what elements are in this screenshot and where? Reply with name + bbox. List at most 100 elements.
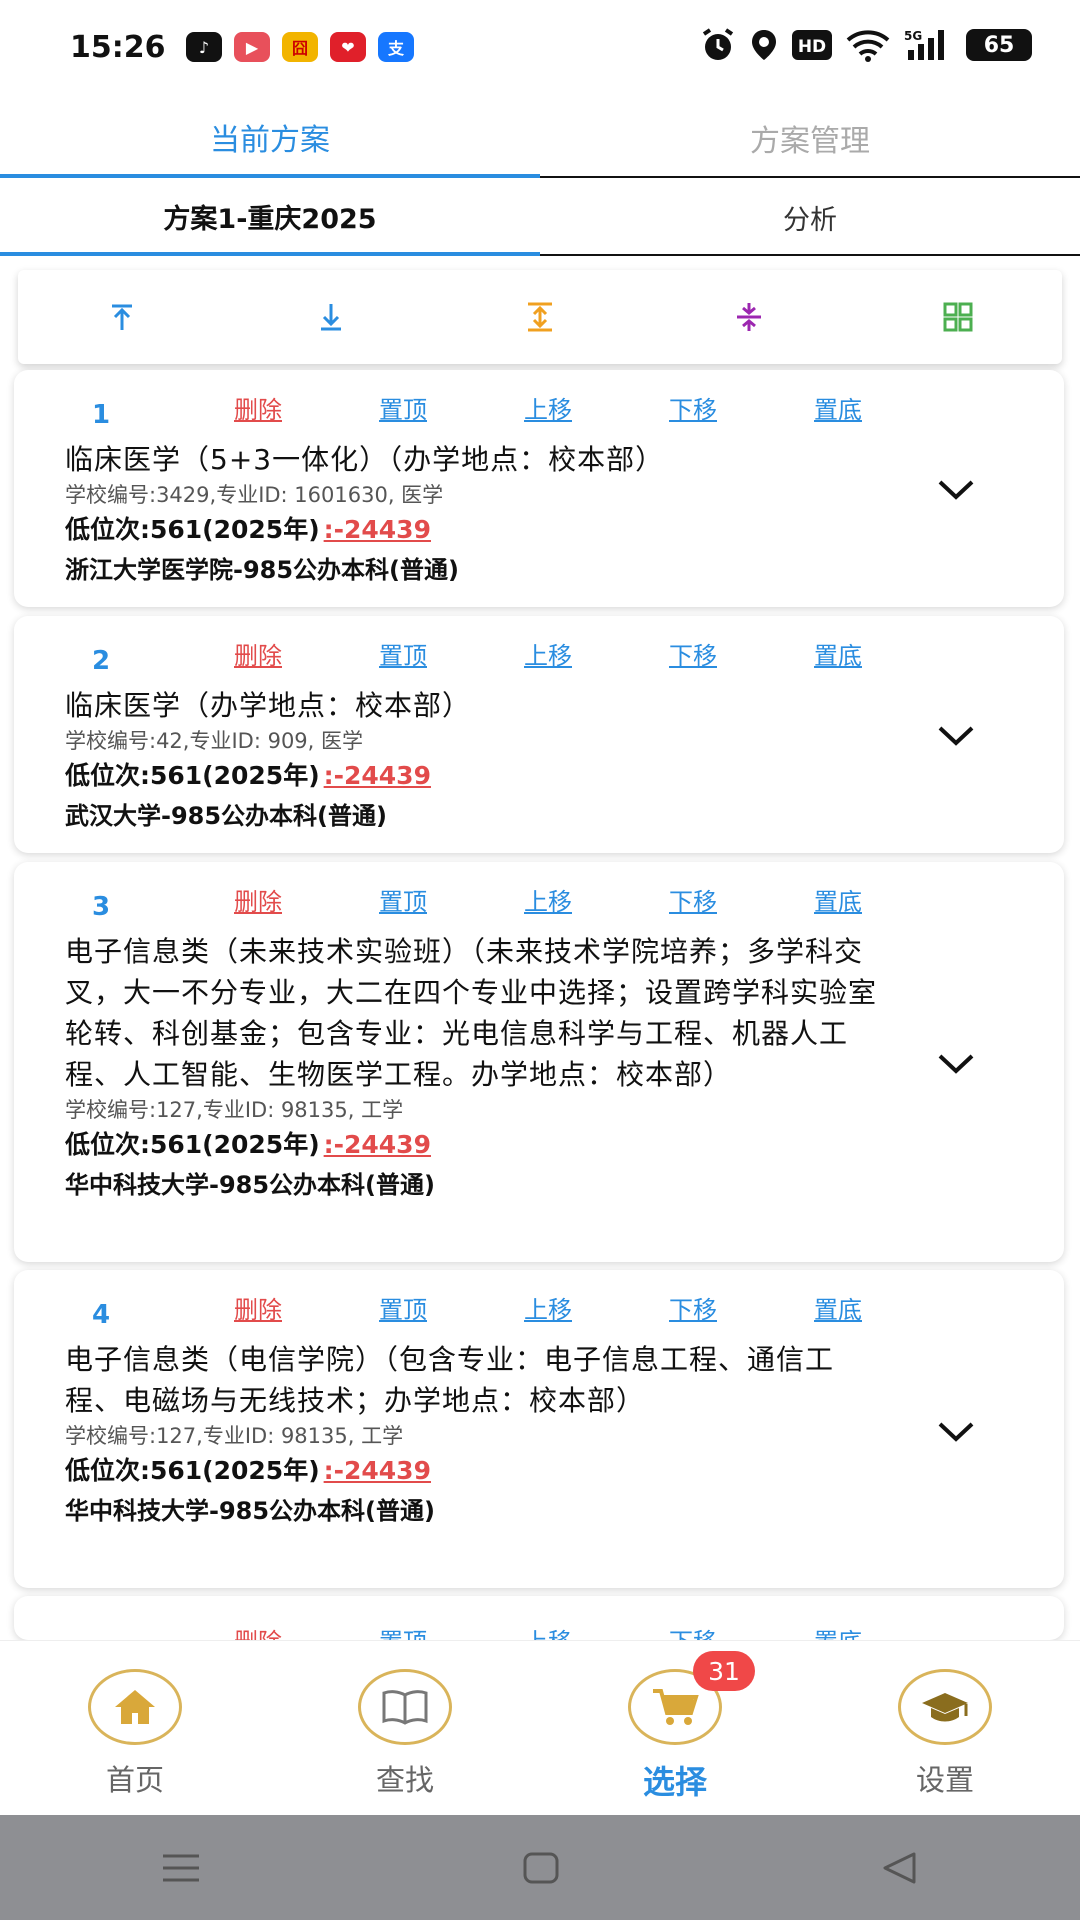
system-icons: HD 5G 65	[700, 28, 1032, 62]
nav-label: 选择	[642, 1763, 707, 1801]
sub-tabs: 方案1-重庆2025 分析	[0, 180, 1080, 256]
hd-icon: HD	[792, 28, 832, 62]
nav-label: 首页	[105, 1763, 164, 1797]
toolbar	[18, 270, 1062, 364]
pin-top-button[interactable]: 置顶	[379, 882, 524, 917]
move-down-button[interactable]: 下移	[669, 1290, 814, 1325]
alarm-icon	[700, 28, 736, 62]
pin-top-button[interactable]: 置顶	[379, 1290, 524, 1325]
item-number: 2	[92, 646, 111, 676]
pin-top-button[interactable]: 置顶	[379, 636, 524, 671]
collapse-all-button[interactable]	[709, 287, 789, 347]
cart-icon	[653, 1689, 699, 1725]
list-item[interactable]: 删除 置顶 上移 下移 置底	[14, 1596, 1064, 1640]
rank-text: 低位次:561(2025年)	[65, 1456, 320, 1485]
book-icon	[382, 1690, 428, 1725]
list-item[interactable]: 3 删除 置顶 上移 下移 置底 电子信息类（未来技术实验班）（未来技术学院培养…	[14, 862, 1064, 1262]
scroll-bottom-button[interactable]	[291, 287, 371, 347]
move-down-button[interactable]: 下移	[669, 882, 814, 917]
top-tabs: 当前方案 方案管理	[0, 100, 1080, 178]
move-up-button[interactable]: 上移	[524, 390, 669, 425]
scroll-top-button[interactable]	[82, 287, 162, 347]
delete-button[interactable]: 删除	[234, 390, 379, 425]
home-square-icon[interactable]	[522, 1851, 560, 1885]
list-item[interactable]: 1 删除 置顶 上移 下移 置底 临床医学（5+3一体化）（办学地点：校本部） …	[14, 370, 1064, 607]
item-rank: 低位次:561(2025年):-24439	[65, 1125, 885, 1165]
move-down-button[interactable]: 下移	[669, 1622, 814, 1640]
status-bar: 15:26 ♪ ▶ 囧 ❤ 支 HD 5G 65	[0, 0, 1080, 100]
list-item[interactable]: 4 删除 置顶 上移 下移 置底 电子信息类（电信学院）（包含专业：电子信息工程…	[14, 1270, 1064, 1588]
tab-plan-1[interactable]: 方案1-重庆2025	[0, 180, 540, 256]
bottom-nav: 首页 查找 31 选择 设置	[0, 1640, 1080, 1815]
pin-bottom-button[interactable]: 置底	[814, 1622, 959, 1640]
cart-badge: 31	[693, 1651, 755, 1691]
delete-button[interactable]: 删除	[234, 636, 379, 671]
tab-analysis[interactable]: 分析	[540, 180, 1080, 256]
pin-bottom-button[interactable]: 置底	[814, 882, 959, 917]
rank-text: 低位次:561(2025年)	[65, 515, 320, 544]
item-meta: 学校编号:42,专业ID: 909, 医学	[65, 729, 364, 753]
location-icon	[750, 28, 778, 62]
item-number: 3	[92, 892, 111, 922]
item-actions: 删除 置顶 上移 下移 置底	[234, 1290, 959, 1325]
tab-current-plan[interactable]: 当前方案	[0, 100, 540, 178]
graduation-cap-icon	[922, 1693, 968, 1722]
item-title: 临床医学（办学地点：校本部）	[65, 689, 472, 722]
list-item[interactable]: 2 删除 置顶 上移 下移 置底 临床医学（办学地点：校本部） 学校编号:42,…	[14, 616, 1064, 853]
home-icon	[115, 1690, 155, 1724]
pin-top-button[interactable]: 置顶	[379, 1622, 524, 1640]
item-actions: 删除 置顶 上移 下移 置底	[234, 636, 959, 671]
chevron-down-icon[interactable]	[936, 1420, 976, 1444]
move-up-button[interactable]: 上移	[524, 1290, 669, 1325]
nav-label: 设置	[915, 1763, 974, 1797]
pin-bottom-button[interactable]: 置底	[814, 390, 959, 425]
wifi-icon	[846, 28, 890, 62]
chevron-down-icon[interactable]	[936, 1052, 976, 1076]
move-up-button[interactable]: 上移	[524, 882, 669, 917]
item-body: 临床医学（办学地点：校本部） 学校编号:42,专业ID: 909, 医学 低位次…	[65, 685, 885, 836]
item-rank: 低位次:561(2025年):-24439	[65, 510, 885, 550]
nav-label: 查找	[375, 1763, 434, 1797]
grid-icon	[943, 302, 973, 332]
move-up-button[interactable]: 上移	[524, 636, 669, 671]
item-school: 浙江大学医学院-985公办本科(普通)	[65, 556, 459, 584]
tab-plan-management[interactable]: 方案管理	[540, 100, 1080, 178]
nav-search-circle	[358, 1669, 452, 1745]
item-title: 电子信息类（未来技术实验班）（未来技术学院培养；多学科交叉，大一不分专业，大二在…	[65, 935, 878, 1091]
arrow-to-top-icon	[112, 304, 133, 330]
system-nav-bar	[0, 1815, 1080, 1920]
item-title: 临床医学（5+3一体化）（办学地点：校本部）	[65, 443, 665, 476]
grid-view-button[interactable]	[918, 287, 998, 347]
nav-home[interactable]: 首页	[35, 1641, 235, 1815]
delete-button[interactable]: 删除	[234, 1290, 379, 1325]
battery-icon: 65	[966, 29, 1032, 61]
delete-button[interactable]: 删除	[234, 882, 379, 917]
pin-bottom-button[interactable]: 置底	[814, 636, 959, 671]
move-up-button[interactable]: 上移	[524, 1622, 669, 1640]
menu-icon[interactable]	[161, 1852, 201, 1884]
back-icon[interactable]	[881, 1851, 919, 1885]
pin-bottom-button[interactable]: 置底	[814, 1290, 959, 1325]
item-body: 电子信息类（未来技术实验班）（未来技术学院培养；多学科交叉，大一不分专业，大二在…	[65, 931, 885, 1205]
nav-home-circle	[88, 1669, 182, 1745]
nav-search[interactable]: 查找	[305, 1641, 505, 1815]
nav-settings[interactable]: 设置	[845, 1641, 1045, 1815]
chevron-down-icon[interactable]	[936, 478, 976, 502]
tiktok-icon: ♪	[186, 32, 222, 62]
app-icon: 囧	[282, 32, 318, 62]
arrow-to-bottom-icon	[321, 304, 342, 331]
move-down-button[interactable]: 下移	[669, 636, 814, 671]
nav-settings-circle	[898, 1669, 992, 1745]
rank-text: 低位次:561(2025年)	[65, 1130, 320, 1159]
item-body: 电子信息类（电信学院）（包含专业：电子信息工程、通信工程、电磁场与无线技术；办学…	[65, 1339, 885, 1531]
pin-top-button[interactable]: 置顶	[379, 390, 524, 425]
item-meta: 学校编号:127,专业ID: 98135, 工学	[65, 1424, 404, 1448]
item-body: 临床医学（5+3一体化）（办学地点：校本部） 学校编号:3429,专业ID: 1…	[65, 439, 885, 590]
nav-select[interactable]: 31 选择	[575, 1641, 775, 1815]
expand-vertical-icon	[527, 302, 552, 332]
delete-button[interactable]: 删除	[234, 1622, 379, 1640]
status-time: 15:26	[70, 30, 166, 65]
move-down-button[interactable]: 下移	[669, 390, 814, 425]
expand-all-button[interactable]	[500, 287, 580, 347]
chevron-down-icon[interactable]	[936, 724, 976, 748]
